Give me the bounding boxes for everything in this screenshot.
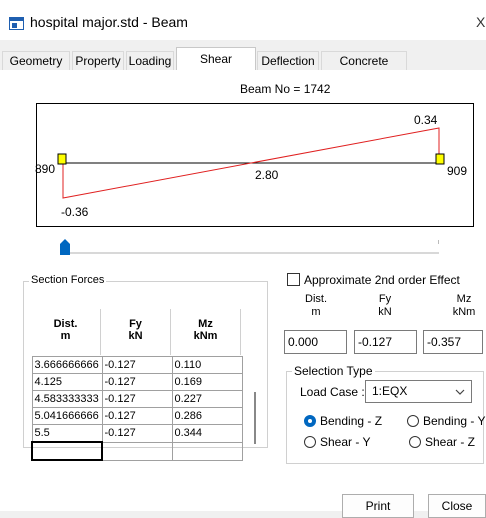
cell-mz[interactable]: 0.227 (171, 390, 243, 408)
tab-strip: Geometry Property Loading Deflection Con… (0, 47, 486, 88)
header-mz-name: Mz (198, 318, 213, 330)
header-mz-unit: kNm (193, 330, 218, 342)
header-dist[interactable]: Dist. m (31, 309, 101, 355)
tab-loading[interactable]: Loading (126, 51, 174, 70)
cell-fy[interactable] (101, 441, 173, 461)
print-button[interactable]: Print (342, 494, 414, 518)
max-value-label: 0.34 (414, 113, 438, 127)
shear-y-label: Shear - Y (320, 435, 371, 449)
shear-z-radio[interactable] (409, 436, 421, 448)
dist-value-field[interactable]: 0.000 (284, 330, 347, 354)
cell-dist[interactable]: 4.583333333 (31, 390, 103, 408)
table-row[interactable]: 3.666666666 -0.127 0.110 (31, 356, 243, 374)
position-slider-track[interactable] (62, 252, 439, 254)
section-forces-table: 3.666666666 -0.127 0.110 4.125 -0.127 0.… (31, 356, 243, 461)
zero-crossing-label: 2.80 (255, 168, 279, 182)
tab-shear-bending[interactable]: Shear Bending (176, 47, 256, 88)
end-node-label: 909 (447, 164, 468, 178)
table-row[interactable]: 4.125 -0.127 0.169 (31, 373, 243, 391)
tab-property[interactable]: Property (72, 51, 124, 70)
fy-label-unit: kN (378, 306, 392, 318)
chevron-down-icon (455, 389, 465, 395)
fy-label-name: Fy (378, 293, 392, 305)
cell-mz[interactable]: 0.110 (171, 356, 243, 374)
header-fy-name: Fy (129, 318, 142, 330)
cell-dist-editing[interactable] (31, 441, 103, 461)
section-forces-header: Dist. m Fy kN Mz kNm (31, 309, 247, 355)
bending-z-radio[interactable] (304, 415, 316, 427)
dist-label-name: Dist. (305, 293, 327, 305)
section-forces-title: Section Forces (29, 274, 107, 286)
header-fy-unit: kN (128, 330, 143, 342)
shear-z-label: Shear - Z (425, 435, 476, 449)
table-row[interactable]: 5.041666666 -0.127 0.286 (31, 407, 243, 425)
table-row[interactable] (31, 441, 243, 461)
close-button[interactable]: Close (428, 494, 486, 518)
window-close-button[interactable]: X (476, 14, 485, 30)
window-title: hospital major.std - Beam (30, 14, 188, 30)
bending-y-radio[interactable] (407, 415, 419, 427)
shear-y-radio[interactable] (304, 436, 316, 448)
dist-label: Dist. m (301, 293, 331, 319)
cell-mz[interactable]: 0.344 (171, 424, 243, 443)
tab-geometry[interactable]: Geometry (2, 51, 70, 70)
cell-dist[interactable]: 5.041666666 (31, 407, 103, 425)
load-case-value: 1:EQX (372, 384, 408, 398)
mz-label: Mz kNm (447, 293, 481, 319)
bending-z-label: Bending - Z (320, 414, 383, 428)
cell-dist[interactable]: 4.125 (31, 373, 103, 391)
mz-label-name: Mz (456, 293, 472, 305)
fy-value-field[interactable]: -0.127 (354, 330, 417, 354)
start-node-label: 890 (35, 162, 56, 176)
cell-dist[interactable]: 3.666666666 (31, 356, 103, 374)
approx-2nd-order-checkbox[interactable] (287, 273, 300, 286)
table-scrollbar[interactable] (254, 392, 256, 444)
cell-mz[interactable]: 0.286 (171, 407, 243, 425)
cell-mz[interactable] (171, 441, 243, 461)
cell-fy[interactable]: -0.127 (101, 424, 173, 443)
start-support-marker (57, 153, 67, 165)
selection-type-title: Selection Type (292, 364, 375, 378)
position-slider-thumb[interactable] (60, 239, 70, 255)
table-row[interactable]: 4.583333333 -0.127 0.227 (31, 390, 243, 408)
bending-y-label: Bending - Y (423, 414, 486, 428)
table-row[interactable]: 5.5 -0.127 0.344 (31, 424, 243, 443)
load-case-label: Load Case : (300, 385, 365, 399)
bending-moment-diagram: 890 909 0.34 -0.36 2.80 (35, 103, 474, 227)
mz-label-unit: kNm (452, 306, 476, 318)
load-case-dropdown[interactable]: 1:EQX (365, 380, 472, 403)
cell-fy[interactable]: -0.127 (101, 390, 173, 408)
slider-tick (438, 240, 439, 244)
beam-number-label: Beam No = 1742 (240, 82, 331, 96)
cell-dist[interactable]: 5.5 (31, 424, 103, 443)
header-fy[interactable]: Fy kN (101, 309, 171, 355)
tab-deflection[interactable]: Deflection (257, 51, 319, 70)
cell-fy[interactable]: -0.127 (101, 407, 173, 425)
approx-2nd-order-label: Approximate 2nd order Effect (304, 273, 460, 287)
min-value-label: -0.36 (61, 205, 89, 219)
header-dist-name: Dist. (53, 318, 78, 330)
end-support-marker (435, 153, 445, 165)
cell-mz[interactable]: 0.169 (171, 373, 243, 391)
tab-concrete-design[interactable]: Concrete Design (321, 51, 407, 86)
header-dist-unit: m (60, 330, 71, 342)
mz-value-field[interactable]: -0.357 (423, 330, 483, 354)
cell-fy[interactable]: -0.127 (101, 373, 173, 391)
fy-label: Fy kN (370, 293, 400, 319)
header-mz[interactable]: Mz kNm (171, 309, 241, 355)
cell-fy[interactable]: -0.127 (101, 356, 173, 374)
app-window-icon (9, 17, 24, 30)
dist-label-unit: m (311, 306, 321, 318)
